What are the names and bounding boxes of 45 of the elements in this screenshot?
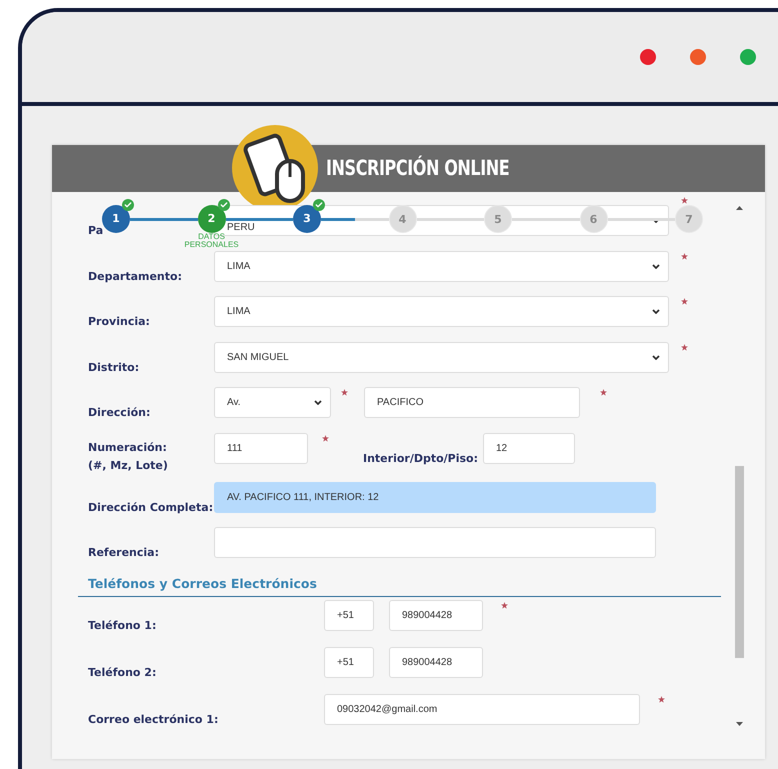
chevron-down-icon xyxy=(314,400,322,405)
window-control-dot[interactable] xyxy=(690,49,706,65)
field-label: Dirección: xyxy=(88,406,150,419)
scroll-up-icon[interactable] xyxy=(736,206,742,210)
field-label: Pa xyxy=(88,224,104,237)
field-label: Numeración: xyxy=(88,440,168,456)
chevron-down-icon xyxy=(652,264,660,268)
chevron-down-icon xyxy=(652,309,660,314)
field-label: Teléfono 2: xyxy=(88,666,156,678)
field-label: Dirección Completa: xyxy=(88,500,214,514)
scroll-thumb[interactable] xyxy=(734,466,744,658)
window-control-dot[interactable] xyxy=(740,49,756,65)
select-field[interactable]: LIMA xyxy=(214,250,669,282)
country-code-field[interactable]: +51 xyxy=(324,600,374,630)
check-icon xyxy=(218,199,230,211)
page-title: INSCRIPCIÓN ONLINE xyxy=(326,158,510,179)
phone-field[interactable]: 989004428 xyxy=(389,600,483,630)
address-field[interactable]: AV. PACIFICO 111, INTERIOR: 12 xyxy=(214,482,656,512)
check-icon xyxy=(122,199,134,211)
select-field[interactable]: LIMA xyxy=(214,296,669,327)
email-field[interactable]: 09032042@gmail.com xyxy=(324,694,640,724)
field-note: (#, Mz, Lote) xyxy=(88,458,169,474)
input-field[interactable] xyxy=(214,527,656,558)
phone-field[interactable]: 989004428 xyxy=(389,646,483,678)
input-field[interactable]: 111 xyxy=(214,432,308,464)
field-label: Correo electrónico 1: xyxy=(88,712,218,726)
step-circle[interactable]: 2 xyxy=(198,205,226,233)
field-label: Departamento: xyxy=(88,270,182,282)
field-label: Referencia: xyxy=(88,546,160,559)
input-field[interactable]: 12 xyxy=(483,432,575,464)
chevron-down-icon xyxy=(652,354,660,360)
field-label: Interior/Dpto/Piso: xyxy=(363,452,478,464)
section-title: Teléfonos y Correos Electrónicos xyxy=(88,576,317,590)
step-label: DATOS PERSONALES xyxy=(183,233,240,249)
input-field[interactable]: PACIFICO xyxy=(364,387,580,418)
field-label: Teléfono 1: xyxy=(88,618,156,632)
country-code-field[interactable]: +51 xyxy=(324,646,374,678)
select-field[interactable]: SAN MIGUEL xyxy=(214,342,669,372)
select-field[interactable]: Av. xyxy=(214,387,331,418)
window-control-dot[interactable] xyxy=(640,49,656,65)
field-label: Distrito: xyxy=(88,360,140,374)
check-icon xyxy=(313,199,325,211)
scroll-down-icon[interactable] xyxy=(736,722,742,726)
field-label: Provincia: xyxy=(88,315,150,328)
step-circle[interactable]: 1 xyxy=(102,205,130,233)
